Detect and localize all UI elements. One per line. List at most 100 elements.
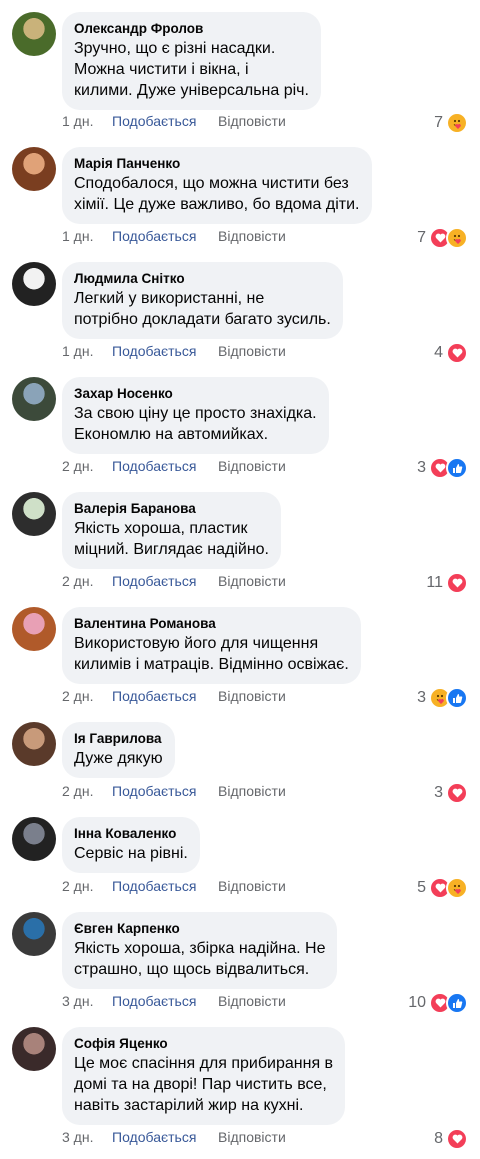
comment-time[interactable]: 2 дн.: [62, 572, 112, 590]
comment-meta: 1 дн. Подобається Відповісти: [62, 227, 286, 245]
like-button[interactable]: Подобається: [112, 687, 218, 705]
comment-author[interactable]: Людмила Снітко: [74, 270, 331, 288]
reaction-count: 8: [434, 1130, 443, 1147]
comment-author[interactable]: Ія Гаврилова: [74, 730, 163, 748]
care-icon: [446, 227, 468, 249]
comment-text: Легкий у використанні, не потрібно докла…: [74, 290, 331, 328]
reply-button[interactable]: Відповісти: [218, 1128, 286, 1146]
like-button[interactable]: Подобається: [112, 227, 218, 245]
reaction-count: 10: [408, 994, 426, 1011]
reaction-count: 3: [434, 784, 443, 801]
reactions[interactable]: 7: [417, 227, 468, 249]
reply-button[interactable]: Відповісти: [218, 227, 286, 245]
comment-author[interactable]: Захар Носенко: [74, 385, 317, 403]
comment-author[interactable]: Софія Яценко: [74, 1035, 333, 1053]
comment-meta: 2 дн. Подобається Відповісти: [62, 687, 286, 705]
reply-button[interactable]: Відповісти: [218, 782, 286, 800]
reaction-count: 4: [434, 344, 443, 361]
reaction-count: 7: [417, 229, 426, 246]
comment-time[interactable]: 1 дн.: [62, 342, 112, 360]
comment-time[interactable]: 1 дн.: [62, 227, 112, 245]
reply-button[interactable]: Відповісти: [218, 992, 286, 1010]
comment-author[interactable]: Олександр Фролов: [74, 20, 309, 38]
reply-button[interactable]: Відповісти: [218, 112, 286, 130]
avatar[interactable]: [12, 262, 56, 306]
like-button[interactable]: Подобається: [112, 877, 218, 895]
avatar[interactable]: [12, 492, 56, 536]
avatar[interactable]: [12, 722, 56, 766]
comment-author[interactable]: Марія Панченко: [74, 155, 360, 173]
comment-meta: 3 дн. Подобається Відповісти: [62, 992, 286, 1010]
avatar[interactable]: [12, 607, 56, 651]
comment-meta: 2 дн. Подобається Відповісти: [62, 782, 286, 800]
avatar[interactable]: [12, 1027, 56, 1071]
reactions[interactable]: 4: [434, 342, 468, 364]
comment-text: Сподобалося, що можна чистити без хімії.…: [74, 175, 360, 213]
reaction-count: 5: [417, 879, 426, 896]
reactions[interactable]: 11: [426, 572, 468, 594]
like-button[interactable]: Подобається: [112, 572, 218, 590]
avatar[interactable]: [12, 912, 56, 956]
avatar[interactable]: [12, 12, 56, 56]
comment-bubble: Захар Носенко За свою ціну це просто зна…: [62, 377, 329, 454]
comment-author[interactable]: Валерія Баранова: [74, 500, 269, 518]
reactions[interactable]: 10: [408, 992, 468, 1014]
comment-author[interactable]: Валентина Романова: [74, 615, 349, 633]
reply-button[interactable]: Відповісти: [218, 877, 286, 895]
like-button[interactable]: Подобається: [112, 112, 218, 130]
reactions[interactable]: 8: [434, 1128, 468, 1150]
reply-button[interactable]: Відповісти: [218, 342, 286, 360]
comment-time[interactable]: 2 дн.: [62, 877, 112, 895]
reaction-count: 3: [417, 689, 426, 706]
comment-text: Сервіс на рівні.: [74, 845, 188, 862]
comment-bubble: Людмила Снітко Легкий у використанні, не…: [62, 262, 343, 339]
reaction-icons: [429, 457, 468, 479]
comment-bubble: Олександр Фролов Зручно, що є різні наса…: [62, 12, 321, 110]
reaction-icons: [446, 112, 468, 134]
like-button[interactable]: Подобається: [112, 1128, 218, 1146]
care-icon: [446, 877, 468, 899]
reactions[interactable]: 3: [417, 687, 468, 709]
comment-time[interactable]: 3 дн.: [62, 992, 112, 1010]
reactions[interactable]: 5: [417, 877, 468, 899]
comment-meta: 2 дн. Подобається Відповісти: [62, 572, 286, 590]
reaction-icons: [446, 1128, 468, 1150]
comment-bubble: Ія Гаврилова Дуже дякую: [62, 722, 175, 778]
avatar[interactable]: [12, 817, 56, 861]
comment-time[interactable]: 3 дн.: [62, 1128, 112, 1146]
like-button[interactable]: Подобається: [112, 782, 218, 800]
reactions[interactable]: 7: [434, 112, 468, 134]
avatar[interactable]: [12, 147, 56, 191]
reply-button[interactable]: Відповісти: [218, 457, 286, 475]
like-button[interactable]: Подобається: [112, 342, 218, 360]
comment-time[interactable]: 2 дн.: [62, 457, 112, 475]
comment-text: Це моє спасіння для прибирання в домі та…: [74, 1055, 334, 1114]
reactions[interactable]: 3: [417, 457, 468, 479]
heart-icon: [446, 572, 468, 594]
comment-time[interactable]: 1 дн.: [62, 112, 112, 130]
comment-author[interactable]: Інна Коваленко: [74, 825, 188, 843]
care-icon: [446, 112, 468, 134]
comment-bubble: Інна Коваленко Сервіс на рівні.: [62, 817, 200, 873]
like-icon: [446, 457, 468, 479]
like-button[interactable]: Подобається: [112, 457, 218, 475]
like-button[interactable]: Подобається: [112, 992, 218, 1010]
comment-meta: 1 дн. Подобається Відповісти: [62, 112, 286, 130]
reply-button[interactable]: Відповісти: [218, 687, 286, 705]
reaction-icons: [446, 782, 468, 804]
comment-time[interactable]: 2 дн.: [62, 782, 112, 800]
like-icon: [446, 687, 468, 709]
comment-text: Використовую його для чищення килимів і …: [74, 635, 349, 673]
reply-button[interactable]: Відповісти: [218, 572, 286, 590]
reaction-icons: [429, 992, 468, 1014]
reaction-icons: [429, 877, 468, 899]
comment-author[interactable]: Євген Карпенко: [74, 920, 325, 938]
comment-bubble: Валерія Баранова Якість хороша, пластик …: [62, 492, 281, 569]
comment-meta: 2 дн. Подобається Відповісти: [62, 457, 286, 475]
comment-time[interactable]: 2 дн.: [62, 687, 112, 705]
reaction-count: 11: [426, 574, 443, 591]
reactions[interactable]: 3: [434, 782, 468, 804]
comment-bubble: Євген Карпенко Якість хороша, збірка над…: [62, 912, 338, 989]
heart-icon: [446, 782, 468, 804]
avatar[interactable]: [12, 377, 56, 421]
